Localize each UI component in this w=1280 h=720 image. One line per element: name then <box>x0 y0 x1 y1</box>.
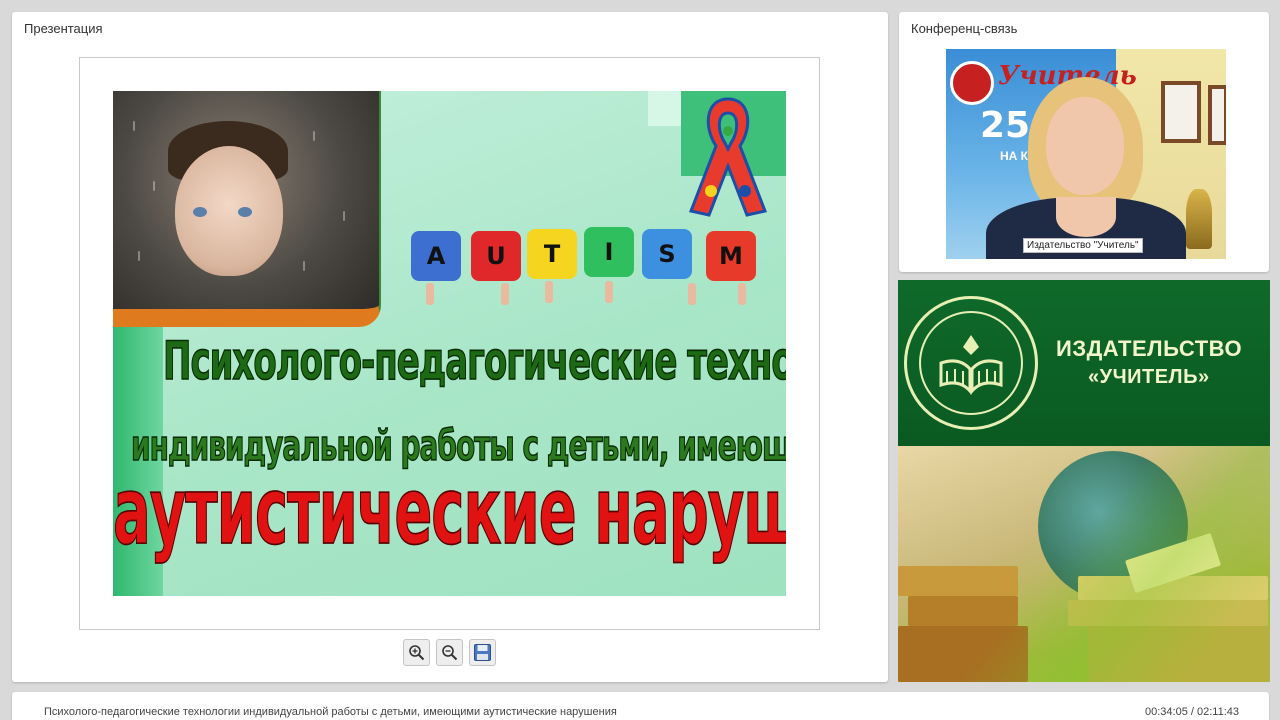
video-banner-logo <box>950 61 994 105</box>
video-stream[interactable]: Учитель 25 НА КНИЖ Издательство "Учитель… <box>946 49 1226 259</box>
presentation-panel-title: Презентация <box>24 21 103 36</box>
zoom-in-icon <box>409 645 425 661</box>
wall-certificate <box>1161 81 1201 143</box>
child-photo <box>113 91 381 327</box>
rain-drop <box>138 251 140 261</box>
publisher-name-line2: «УЧИТЕЛЬ» <box>1088 366 1210 388</box>
video-banner-number: 25 <box>980 105 1031 146</box>
speaker-neck <box>1056 197 1116 237</box>
hand <box>501 283 509 305</box>
presentation-panel: Презентация A U T I S M Психолого-педаго… <box>12 12 888 682</box>
info-bar: Психолого-педагогические технологии инди… <box>12 692 1269 720</box>
hand <box>426 283 434 305</box>
recording-title: Психолого-педагогические технологии инди… <box>44 706 617 718</box>
publisher-photo <box>898 446 1270 682</box>
conference-panel-title: Конференц-связь <box>911 21 1018 36</box>
hand <box>545 281 553 303</box>
zoom-out-icon <box>442 645 458 661</box>
slide-title-line3: аутистические нарушения <box>113 458 786 567</box>
rain-drop <box>303 261 305 271</box>
hand <box>688 283 696 305</box>
puzzle-piece-t: T <box>527 229 577 279</box>
child-eye <box>238 207 252 217</box>
publisher-logo-icon <box>904 296 1038 430</box>
child-face <box>175 146 283 276</box>
rain-drop <box>343 211 345 221</box>
save-button[interactable] <box>469 639 496 666</box>
slide: A U T I S M Психолого-педагогические тех… <box>113 91 786 596</box>
rain-drop <box>153 181 155 191</box>
rain-drop <box>133 121 135 131</box>
publisher-logo-inner <box>919 311 1023 415</box>
zoom-out-button[interactable] <box>436 639 463 666</box>
slide-frame: A U T I S M Психолого-педагогические тех… <box>79 57 820 630</box>
rain-drop <box>313 131 315 141</box>
puzzle-piece-a: A <box>411 231 461 281</box>
child-eye <box>193 207 207 217</box>
hand <box>738 283 746 305</box>
awareness-ribbon-icon <box>688 97 768 217</box>
puzzle-piece-i: I <box>584 227 634 277</box>
puzzle-piece-m: M <box>706 231 756 281</box>
wall-certificate <box>1208 85 1226 145</box>
puzzle-piece-s: S <box>642 229 692 279</box>
save-icon <box>474 644 491 661</box>
trophy <box>1186 189 1212 249</box>
publisher-header: ИЗДАТЕЛЬСТВО «УЧИТЕЛЬ» <box>898 280 1270 446</box>
banner-overlay <box>898 446 1270 682</box>
hand <box>605 281 613 303</box>
conference-panel: Конференц-связь Учитель 25 НА КНИЖ Издат… <box>899 12 1269 272</box>
speaker-face <box>1046 97 1124 195</box>
puzzle-piece-u: U <box>471 231 521 281</box>
publisher-name-line1: ИЗДАТЕЛЬСТВО <box>1056 336 1243 361</box>
video-caption: Издательство "Учитель" <box>1023 238 1143 253</box>
playback-time: 00:34:05 / 02:11:43 <box>1145 706 1239 718</box>
publisher-banner: ИЗДАТЕЛЬСТВО «УЧИТЕЛЬ» <box>898 280 1270 682</box>
open-book-icon <box>939 335 1003 395</box>
slide-title-line1: Психолого-педагогические технологии <box>163 330 787 394</box>
zoom-in-button[interactable] <box>403 639 430 666</box>
